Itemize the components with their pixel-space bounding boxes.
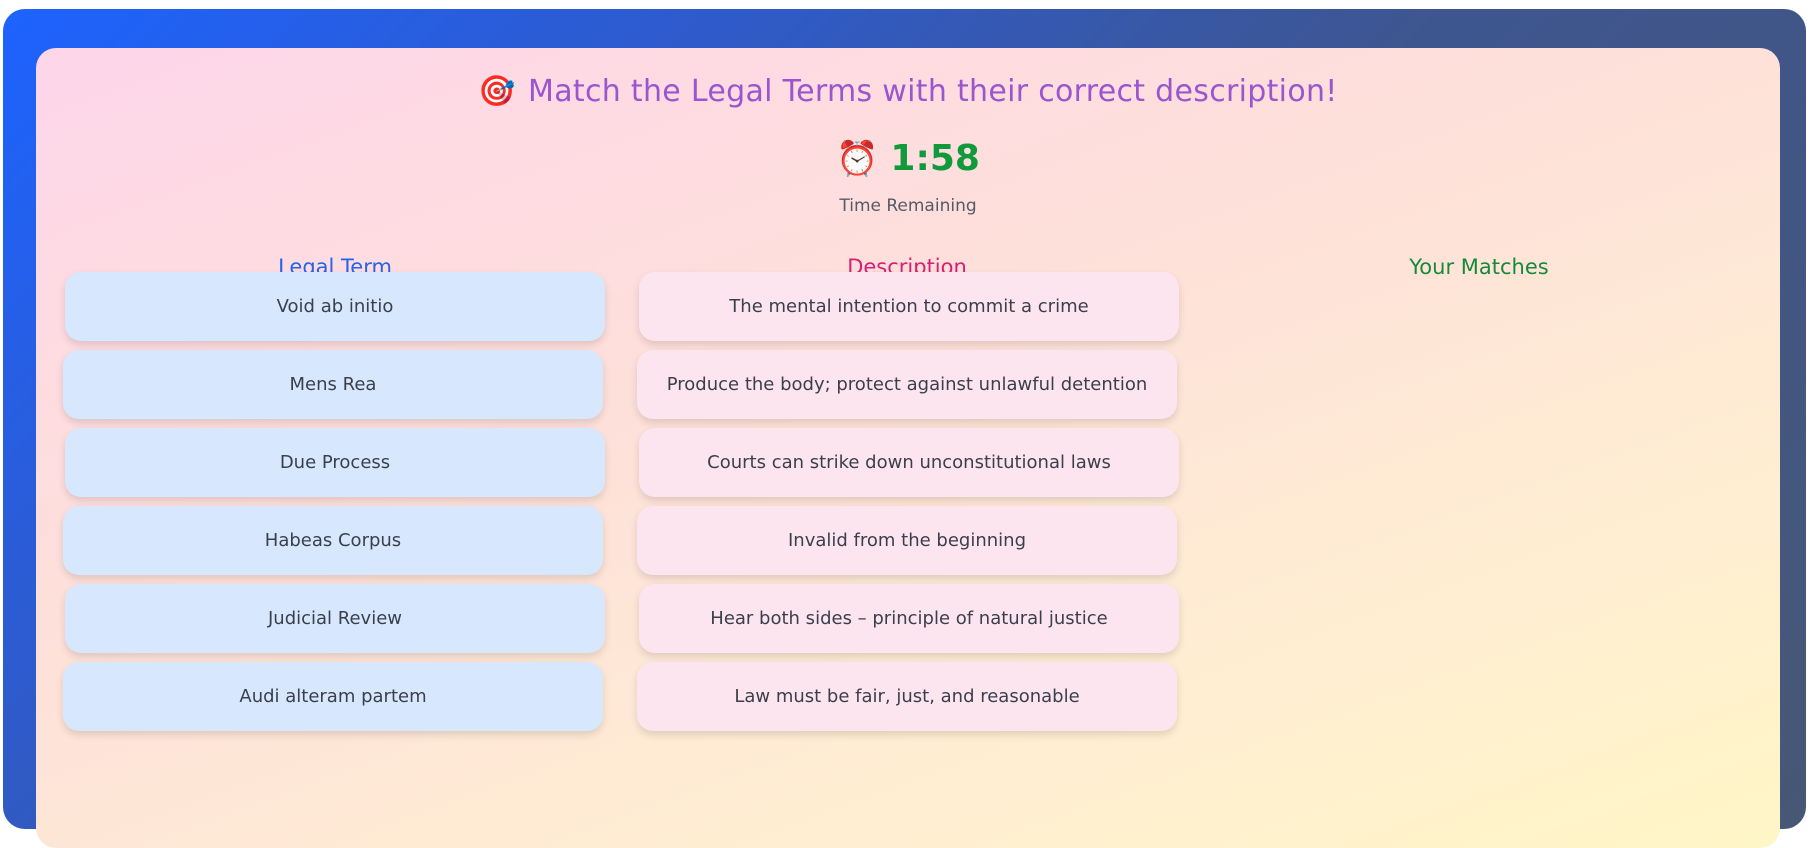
alarm-clock-icon: ⏰ bbox=[836, 139, 879, 179]
matches-column-header: Your Matches bbox=[1409, 255, 1549, 279]
description-card[interactable]: Produce the body; protect against unlawf… bbox=[637, 350, 1177, 419]
timer-label: Time Remaining bbox=[839, 196, 977, 216]
term-card[interactable]: Judicial Review bbox=[65, 584, 605, 653]
game-card: 🎯 Match the Legal Terms with their correc… bbox=[36, 48, 1780, 848]
app-frame: 🎯 Match the Legal Terms with their correc… bbox=[3, 9, 1806, 848]
term-card[interactable]: Due Process bbox=[65, 428, 605, 497]
term-card[interactable]: Mens Rea bbox=[63, 350, 603, 419]
title-text: Match the Legal Terms with their correct… bbox=[528, 74, 1338, 109]
term-card[interactable]: Void ab initio bbox=[65, 272, 605, 341]
description-card[interactable]: Law must be fair, just, and reasonable bbox=[637, 662, 1177, 731]
timer-value: 1:58 bbox=[890, 138, 980, 179]
description-card[interactable]: Invalid from the beginning bbox=[637, 506, 1177, 575]
description-card[interactable]: Courts can strike down unconstitutional … bbox=[639, 428, 1179, 497]
description-card[interactable]: The mental intention to commit a crime bbox=[639, 272, 1179, 341]
matches-drop-area[interactable] bbox=[1209, 303, 1749, 833]
countdown-timer: ⏰ 1:58 bbox=[36, 138, 1780, 179]
target-icon: 🎯 bbox=[478, 74, 517, 109]
term-card[interactable]: Habeas Corpus bbox=[63, 506, 603, 575]
page-title: 🎯 Match the Legal Terms with their correc… bbox=[36, 74, 1780, 109]
description-card[interactable]: Hear both sides – principle of natural j… bbox=[639, 584, 1179, 653]
term-card[interactable]: Audi alteram partem bbox=[63, 662, 603, 731]
